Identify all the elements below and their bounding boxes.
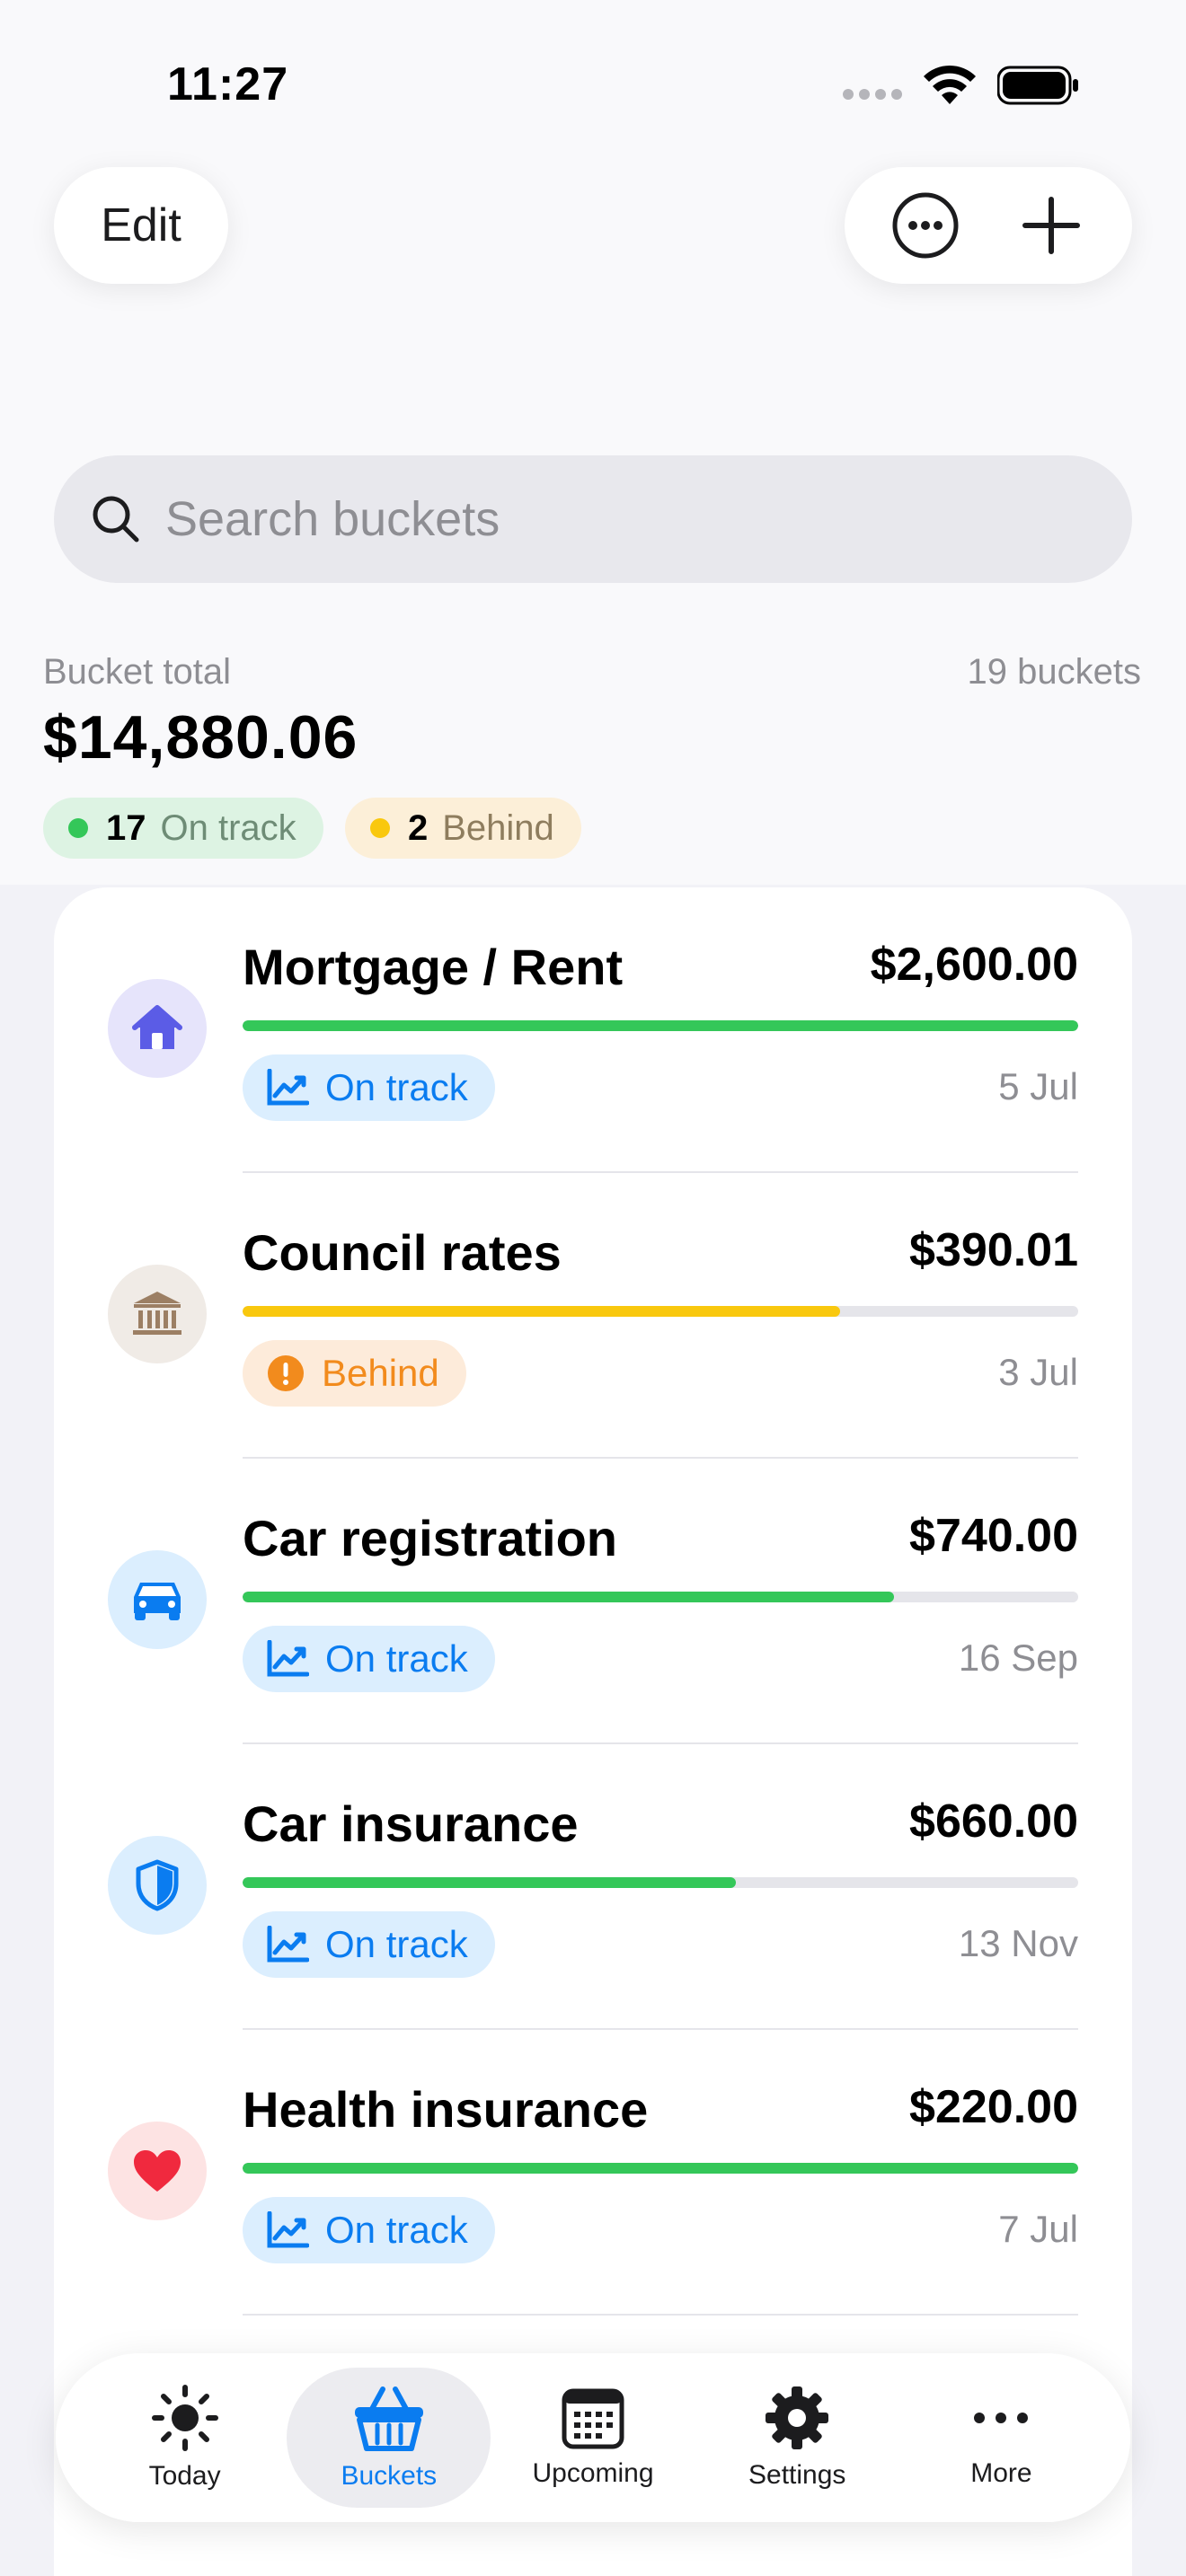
due-date: 16 Sep bbox=[958, 1636, 1078, 1679]
trend-chart-icon bbox=[267, 1069, 309, 1106]
tab-label: Settings bbox=[748, 2460, 846, 2490]
shield-icon bbox=[136, 1859, 179, 1911]
tab-buckets[interactable]: Buckets bbox=[287, 2368, 491, 2508]
status-label: On track bbox=[325, 2209, 468, 2251]
trend-chart-icon bbox=[267, 1926, 309, 1963]
yellow-dot-icon bbox=[370, 818, 390, 838]
due-date: 7 Jul bbox=[998, 2208, 1078, 2250]
progress-bar bbox=[243, 1877, 1078, 1888]
car-icon bbox=[134, 1583, 181, 1620]
progress-fill bbox=[243, 1592, 895, 1602]
bucket-total-label: Bucket total bbox=[43, 652, 232, 692]
bucket-amount: $660.00 bbox=[909, 1795, 1078, 1848]
heart-icon bbox=[134, 2150, 181, 2192]
status-badge: On track bbox=[243, 1054, 495, 1121]
bucket-icon-badge bbox=[108, 2122, 207, 2220]
house-icon bbox=[132, 1005, 182, 1049]
bucket-list: Mortgage / Rent $2,600.00 On track 5 Jul… bbox=[54, 887, 1132, 2576]
signal-icon bbox=[843, 89, 902, 100]
progress-bar bbox=[243, 1592, 1078, 1602]
tab-today[interactable]: Today bbox=[83, 2368, 287, 2508]
bucket-row[interactable]: Council rates $390.01 Behind 3 Jul bbox=[54, 1173, 1132, 1459]
bank-icon bbox=[133, 1292, 181, 1335]
plus-icon bbox=[1022, 197, 1080, 254]
bucket-icon-badge bbox=[108, 979, 207, 1078]
ellipsis-icon bbox=[974, 2413, 1029, 2423]
gear-icon bbox=[766, 2386, 829, 2449]
bucket-count: 19 buckets bbox=[967, 652, 1141, 692]
behind-chip-label: Behind bbox=[442, 807, 554, 848]
bucket-icon-badge bbox=[108, 1550, 207, 1649]
on-track-count: 17 bbox=[106, 807, 146, 848]
status-badge: Behind bbox=[243, 1340, 466, 1407]
bucket-total-amount: $14,880.06 bbox=[43, 703, 358, 772]
status-time: 11:27 bbox=[167, 58, 289, 110]
more-options-button[interactable] bbox=[888, 188, 963, 263]
behind-count: 2 bbox=[408, 807, 429, 848]
bucket-amount: $2,600.00 bbox=[870, 939, 1078, 991]
ellipsis-circle-icon bbox=[892, 192, 959, 259]
progress-fill bbox=[243, 1306, 840, 1317]
search-icon bbox=[93, 496, 139, 543]
tab-upcoming[interactable]: Upcoming bbox=[491, 2368, 695, 2508]
bucket-amount: $740.00 bbox=[909, 1510, 1078, 1562]
bucket-icon-badge bbox=[108, 1265, 207, 1363]
green-dot-icon bbox=[68, 818, 88, 838]
tab-label: Buckets bbox=[341, 2461, 438, 2491]
bucket-name: Mortgage / Rent bbox=[243, 939, 624, 995]
edit-button[interactable]: Edit bbox=[54, 167, 228, 284]
progress-bar bbox=[243, 1020, 1078, 1031]
divider bbox=[243, 2314, 1078, 2316]
status-label: Behind bbox=[322, 1352, 439, 1394]
progress-bar bbox=[243, 1306, 1078, 1317]
progress-bar bbox=[243, 2163, 1078, 2174]
due-date: 5 Jul bbox=[998, 1065, 1078, 1107]
wifi-icon bbox=[924, 65, 976, 104]
bucket-amount: $220.00 bbox=[909, 2081, 1078, 2133]
trend-chart-icon bbox=[267, 2211, 309, 2248]
bucket-row[interactable]: Car registration $740.00 On track 16 Sep bbox=[54, 1459, 1132, 1744]
behind-filter-chip[interactable]: 2 Behind bbox=[345, 798, 581, 859]
bucket-name: Health insurance bbox=[243, 2081, 649, 2138]
due-date: 3 Jul bbox=[998, 1351, 1078, 1393]
on-track-filter-chip[interactable]: 17 On track bbox=[43, 798, 323, 859]
bucket-row[interactable]: Car insurance $660.00 On track 13 Nov bbox=[54, 1744, 1132, 2030]
status-badge: On track bbox=[243, 1911, 495, 1978]
due-date: 13 Nov bbox=[958, 1922, 1078, 1964]
tab-bar: Today Buckets Upcoming Settings More bbox=[56, 2353, 1130, 2522]
on-track-chip-label: On track bbox=[160, 807, 296, 848]
status-label: On track bbox=[325, 1923, 468, 1965]
add-bucket-button[interactable] bbox=[1013, 188, 1089, 263]
progress-fill bbox=[243, 1877, 736, 1888]
sun-icon bbox=[151, 2385, 218, 2451]
search-input[interactable] bbox=[165, 491, 1064, 547]
basket-icon bbox=[354, 2386, 423, 2451]
bucket-icon-badge bbox=[108, 1836, 207, 1935]
status-label: On track bbox=[325, 1637, 468, 1680]
bucket-name: Council rates bbox=[243, 1224, 562, 1281]
status-badge: On track bbox=[243, 2197, 495, 2263]
battery-icon bbox=[997, 66, 1078, 105]
progress-fill bbox=[243, 1020, 1078, 1031]
search-bar[interactable] bbox=[54, 455, 1132, 583]
tab-label: More bbox=[970, 2458, 1032, 2488]
tab-label: Upcoming bbox=[532, 2458, 654, 2488]
status-badge: On track bbox=[243, 1626, 495, 1692]
header-actions bbox=[845, 167, 1132, 284]
tab-label: Today bbox=[148, 2461, 221, 2491]
exclamation-circle-icon bbox=[268, 1355, 304, 1391]
bucket-row[interactable]: Health insurance $220.00 On track 7 Jul bbox=[54, 2030, 1132, 2316]
tab-settings[interactable]: Settings bbox=[695, 2368, 899, 2508]
calendar-icon bbox=[562, 2388, 624, 2449]
progress-fill bbox=[243, 2163, 1078, 2174]
bucket-name: Car insurance bbox=[243, 1795, 579, 1852]
bucket-name: Car registration bbox=[243, 1510, 617, 1566]
status-icons bbox=[843, 65, 1080, 106]
bucket-row[interactable]: Mortgage / Rent $2,600.00 On track 5 Jul bbox=[54, 887, 1132, 1173]
trend-chart-icon bbox=[267, 1640, 309, 1677]
tab-more[interactable]: More bbox=[899, 2368, 1103, 2508]
status-label: On track bbox=[325, 1066, 468, 1108]
bucket-amount: $390.01 bbox=[909, 1224, 1078, 1276]
